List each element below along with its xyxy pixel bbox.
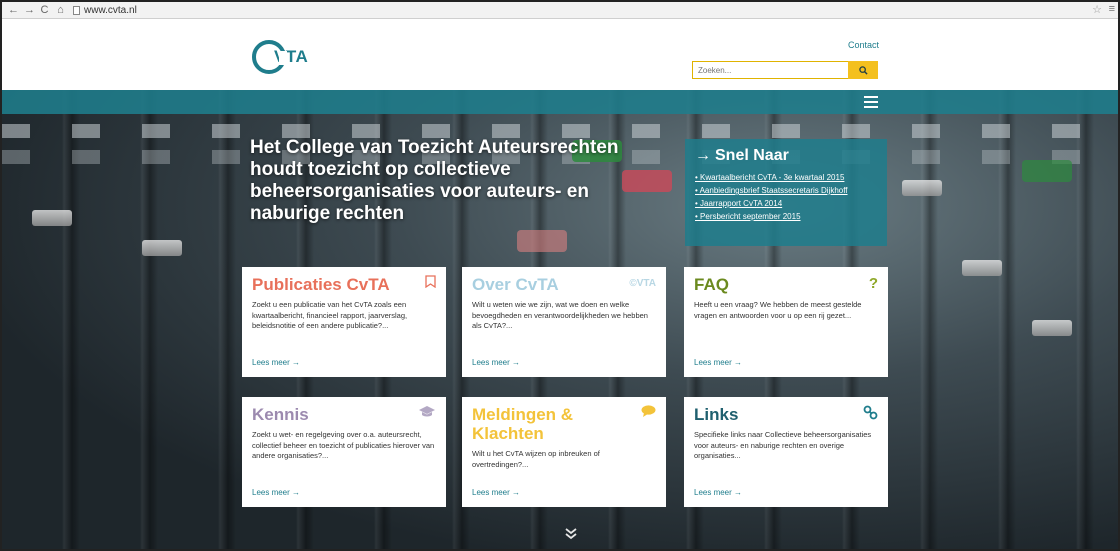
card-title: Links bbox=[694, 405, 739, 424]
mixer-fader bbox=[142, 240, 182, 256]
card-title: Publicaties CvTA bbox=[252, 275, 390, 294]
contact-link[interactable]: Contact bbox=[848, 40, 879, 50]
search-form bbox=[692, 61, 878, 79]
card-text: Heeft u een vraag? We hebben de meest ge… bbox=[694, 300, 862, 320]
card-publicaties[interactable]: Publicaties CvTA Zoekt u een publicatie … bbox=[242, 267, 446, 377]
arrow-right-icon: → bbox=[695, 147, 711, 164]
browser-toolbar: ← → C ⌂ www.cvta.nl ☆ ≡ bbox=[2, 2, 1118, 19]
mixer-row bbox=[2, 124, 1118, 138]
card-over-cvta[interactable]: Over CvTA ©VTA Wilt u weten wie we zijn,… bbox=[462, 267, 666, 377]
card-text: Zoekt u wet- en regelgeving over o.a. au… bbox=[252, 430, 435, 460]
search-input[interactable] bbox=[692, 61, 848, 79]
address-bar[interactable]: www.cvta.nl bbox=[73, 5, 137, 16]
lees-meer-link[interactable]: Lees meer → bbox=[252, 358, 300, 367]
lees-meer-link[interactable]: Lees meer → bbox=[472, 358, 520, 367]
mixer-fader bbox=[962, 260, 1002, 276]
forward-icon[interactable]: → bbox=[24, 4, 35, 16]
hero-title: Het College van Toezicht Auteursrechten … bbox=[250, 137, 619, 224]
snel-naar-title: Snel Naar bbox=[715, 147, 789, 164]
chevron-double-down-icon[interactable] bbox=[564, 528, 578, 540]
card-title: Kennis bbox=[252, 405, 309, 424]
card-kennis[interactable]: Kennis Zoekt u wet- en regelgeving over … bbox=[242, 397, 446, 507]
browser-menu-icon[interactable]: ≡ bbox=[1109, 3, 1115, 15]
cvta-logo[interactable]: VTA bbox=[252, 40, 308, 74]
card-title: FAQ bbox=[694, 275, 729, 294]
url-text: www.cvta.nl bbox=[84, 4, 137, 16]
page-icon bbox=[73, 5, 80, 15]
snel-naar-heading: → Snel Naar bbox=[695, 147, 877, 165]
card-text: Zoekt u een publicatie van het CvTA zoal… bbox=[252, 300, 408, 330]
snel-naar-list: Kwartaalbericht CvTA - 3e kwartaal 2015 … bbox=[695, 171, 877, 223]
lees-meer-link[interactable]: Lees meer → bbox=[472, 488, 520, 497]
mixer-fader bbox=[32, 210, 72, 226]
snel-naar-link[interactable]: Persbericht september 2015 bbox=[695, 210, 877, 223]
mixer-green-light bbox=[1022, 160, 1072, 182]
cvta-logo-icon: ©VTA bbox=[629, 278, 656, 289]
card-title: Meldingen & Klachten bbox=[472, 405, 574, 443]
mixer-red-light bbox=[517, 230, 567, 252]
browser-window: ← → C ⌂ www.cvta.nl ☆ ≡ VTA Contact Zoek… bbox=[0, 0, 1120, 551]
snel-naar-panel: → Snel Naar Kwartaalbericht CvTA - 3e kw… bbox=[685, 139, 887, 246]
bookmark-star-icon[interactable]: ☆ bbox=[1092, 3, 1102, 16]
hamburger-menu-icon[interactable] bbox=[864, 96, 878, 108]
card-meldingen[interactable]: Meldingen & Klachten Wilt u het CvTA wij… bbox=[462, 397, 666, 507]
card-text: Wilt u weten wie we zijn, wat we doen en… bbox=[472, 300, 648, 330]
snel-naar-link[interactable]: Jaarrapport CvTA 2014 bbox=[695, 197, 877, 210]
home-icon[interactable]: ⌂ bbox=[56, 4, 65, 16]
navigation-bar bbox=[2, 90, 1118, 114]
lees-meer-link[interactable]: Lees meer → bbox=[694, 488, 742, 497]
card-text: Specifieke links naar Collectieve beheer… bbox=[694, 430, 872, 460]
question-icon: ? bbox=[868, 275, 878, 292]
snel-naar-link[interactable]: Kwartaalbericht CvTA - 3e kwartaal 2015 bbox=[695, 171, 877, 184]
logo-c-mark bbox=[252, 40, 287, 74]
card-text: Wilt u het CvTA wijzen op inbreuken of o… bbox=[472, 449, 600, 469]
link-icon bbox=[863, 405, 878, 423]
lees-meer-link[interactable]: Lees meer → bbox=[252, 488, 300, 497]
reload-icon[interactable]: C bbox=[40, 4, 49, 16]
chat-icon bbox=[641, 405, 656, 420]
mixer-fader bbox=[1032, 320, 1072, 336]
snel-naar-link[interactable]: Aanbiedingsbrief Staatssecretaris Dijkho… bbox=[695, 184, 877, 197]
site-header: VTA Contact bbox=[2, 20, 1118, 90]
back-icon[interactable]: ← bbox=[8, 4, 19, 16]
graduation-cap-icon bbox=[418, 405, 436, 421]
card-faq[interactable]: FAQ ? Heeft u een vraag? We hebben de me… bbox=[684, 267, 888, 377]
bookmark-icon bbox=[425, 275, 436, 291]
search-button[interactable] bbox=[848, 61, 878, 79]
lees-meer-link[interactable]: Lees meer → bbox=[694, 358, 742, 367]
card-links[interactable]: Links Specifieke links naar Collectieve … bbox=[684, 397, 888, 507]
mixer-fader bbox=[902, 180, 942, 196]
search-icon bbox=[858, 65, 868, 75]
